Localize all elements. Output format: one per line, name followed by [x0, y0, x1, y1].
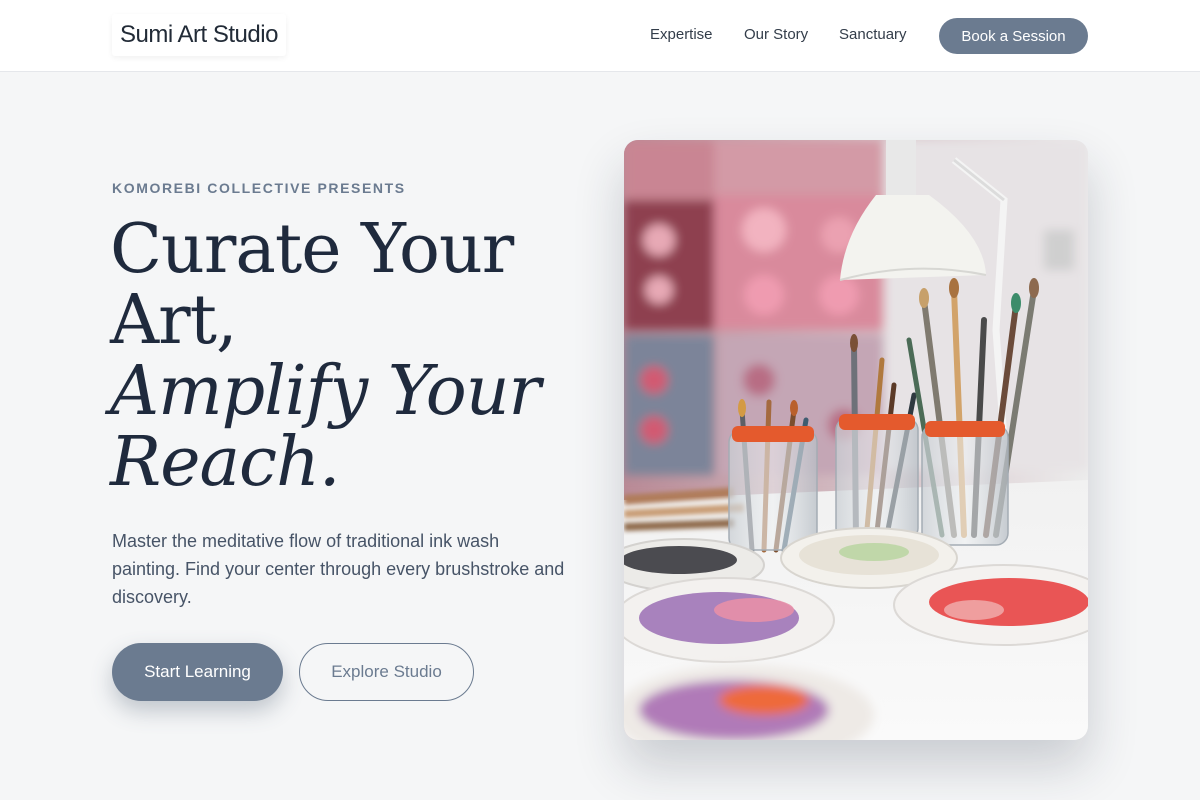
nav-link-expertise[interactable]: Expertise — [650, 26, 713, 43]
headline-line-3: Amplify Your — [110, 352, 541, 431]
explore-studio-button[interactable]: Explore Studio — [299, 643, 474, 701]
headline-line-4: Reach. — [110, 423, 340, 502]
hero-description: Master the meditative flow of traditiona… — [112, 531, 565, 607]
hero-headline: Curate Your Art, Amplify Your Reach. — [110, 214, 590, 498]
nav-link-our-story[interactable]: Our Story — [744, 26, 808, 43]
hero-eyebrow: KOMOREBI COLLECTIVE PRESENTS — [112, 180, 406, 196]
nav-link-sanctuary[interactable]: Sanctuary — [839, 26, 907, 43]
headline-line-2: Art, — [110, 281, 238, 360]
brand-logo[interactable]: Sumi Art Studio — [112, 14, 286, 56]
studio-photo-illustration — [624, 140, 1088, 740]
start-learning-button[interactable]: Start Learning — [112, 643, 283, 701]
site-header: Sumi Art Studio Expertise Our Story Sanc… — [0, 0, 1200, 72]
hero-image-art-studio — [624, 140, 1088, 740]
book-session-button[interactable]: Book a Session — [939, 18, 1088, 54]
headline-line-1: Curate Your — [110, 210, 514, 289]
